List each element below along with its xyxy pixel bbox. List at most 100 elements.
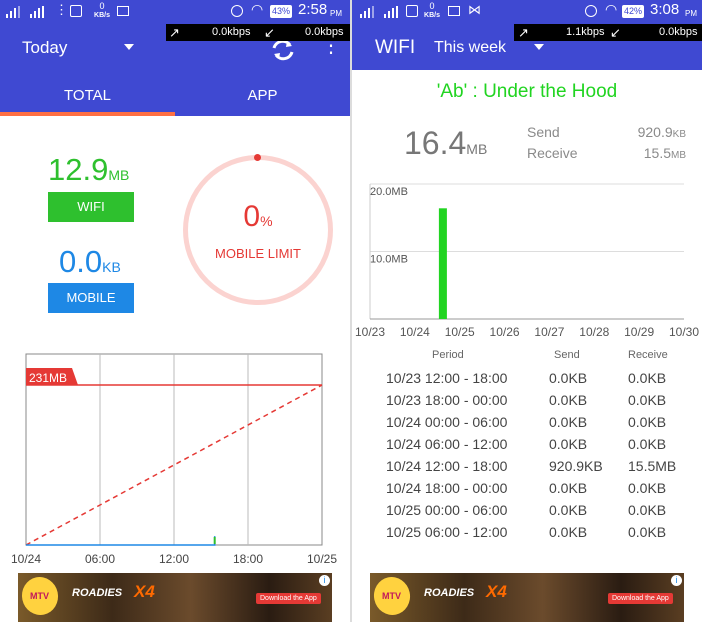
- usage-bar: [438, 208, 447, 319]
- image-icon: [448, 6, 460, 16]
- row-receive: 0.0KB: [628, 480, 667, 496]
- x-tick-label: 10/29: [624, 325, 654, 339]
- clock-time: 2:58: [298, 1, 328, 18]
- table-row: 10/24 06:00 - 12:00 0.0KB 0.0KB: [352, 433, 702, 455]
- calendar-icon: [406, 5, 418, 17]
- battery-indicator: 43%: [270, 5, 292, 18]
- row-receive: 0.0KB: [628, 502, 667, 518]
- signal-icon: [360, 6, 376, 18]
- period-select[interactable]: Today: [22, 38, 67, 58]
- tab-app-label: APP: [247, 87, 278, 104]
- network-title: WIFI: [375, 37, 416, 58]
- mobile-usage: 0.0KB: [59, 244, 121, 280]
- download-arrow-icon: ↙: [264, 25, 275, 40]
- total-usage-value: 16.4: [404, 125, 467, 161]
- fish-icon: ⋈: [468, 2, 481, 17]
- table-row: 10/23 18:00 - 00:00 0.0KB 0.0KB: [352, 389, 702, 411]
- table-row: 10/24 12:00 - 18:00 920.9KB 15.5MB: [352, 455, 702, 477]
- download-speed: 0.0kbps: [305, 26, 344, 38]
- signal-icon: [6, 6, 22, 18]
- chevron-down-icon[interactable]: [534, 44, 544, 50]
- upload-arrow-icon: ↗: [169, 25, 180, 40]
- calendar-icon: [70, 5, 82, 17]
- row-period: 10/25 00:00 - 06:00: [386, 502, 508, 518]
- row-period: 10/24 12:00 - 18:00: [386, 458, 508, 474]
- row-period: 10/24 06:00 - 12:00: [386, 436, 508, 452]
- signal-2-icon: [384, 6, 400, 18]
- wifi-button[interactable]: WIFI: [48, 192, 134, 222]
- row-send: 0.0KB: [549, 524, 588, 540]
- wifi-icon: ◠: [605, 1, 618, 17]
- sponsor-label: MTV: [30, 591, 49, 601]
- send-total-unit: KB: [672, 129, 686, 140]
- row-send: 0.0KB: [549, 480, 588, 496]
- y-tick-label: 20.0MB: [370, 186, 408, 198]
- ad-banner[interactable]: MTV ROADIES X4 Download the App i: [18, 573, 332, 622]
- x-tick-label: 10/25: [445, 325, 475, 339]
- ad-download-button[interactable]: Download the App: [256, 593, 321, 604]
- row-period: 10/23 12:00 - 18:00: [386, 370, 508, 386]
- tab-total[interactable]: TOTAL: [0, 76, 175, 116]
- row-send: 920.9KB: [549, 458, 603, 474]
- right-screen: 0 KB/s ⋈ ◠ 42% 3:08 PM WIFI This week ↗ …: [352, 0, 702, 622]
- header-send: Send: [554, 349, 580, 361]
- x-tick-label: 18:00: [233, 552, 263, 566]
- clock-ampm: PM: [330, 9, 342, 18]
- period-select[interactable]: This week: [434, 39, 506, 57]
- limit-label: MOBILE LIMIT: [215, 246, 301, 261]
- total-usage: 16.4MB: [404, 125, 487, 162]
- tab-app[interactable]: APP: [175, 76, 350, 116]
- net-speed-value: 0: [429, 1, 435, 11]
- mobile-usage-unit: KB: [102, 259, 121, 275]
- upload-speed: 1.1kbps: [566, 26, 605, 38]
- alarm-icon: [231, 5, 243, 17]
- row-send: 0.0KB: [549, 502, 588, 518]
- battery-indicator: 42%: [622, 5, 644, 18]
- clock-time: 3:08: [650, 1, 680, 18]
- gauge-marker: [254, 154, 261, 161]
- ad-brand: ROADIES: [72, 587, 123, 599]
- row-receive: 0.0KB: [628, 414, 667, 430]
- table-row: 10/25 06:00 - 12:00 0.0KB 0.0KB: [352, 521, 702, 543]
- x-tick-label: 10/26: [490, 325, 520, 339]
- chevron-down-icon[interactable]: [124, 44, 134, 50]
- x-tick-label: 06:00: [85, 552, 115, 566]
- limit-annotation: 231MB: [29, 371, 67, 385]
- x-tick-label: 10/23: [355, 325, 385, 339]
- overflow-icon: ⋮: [55, 2, 68, 17]
- send-label: Send: [527, 124, 560, 140]
- net-speed-unit: KB/s: [424, 12, 440, 19]
- ad-brand: ROADIES: [424, 587, 475, 599]
- usage-table: Period Send Receive 10/23 12:00 - 18:00 0…: [352, 345, 702, 543]
- wifi-usage: 12.9MB: [48, 152, 129, 188]
- row-period: 10/23 18:00 - 00:00: [386, 392, 508, 408]
- send-total-value: 920.9: [637, 124, 673, 140]
- signal-2-icon: [30, 6, 46, 18]
- ad-banner[interactable]: MTV ROADIES X4 Download the App i: [370, 573, 684, 622]
- y-tick-label: 10.0MB: [370, 254, 408, 266]
- x-tick-label: 10/24: [400, 325, 430, 339]
- tab-total-label: TOTAL: [64, 87, 111, 104]
- table-header: Period Send Receive: [352, 345, 702, 367]
- ad-info-icon[interactable]: i: [319, 575, 330, 586]
- row-receive: 15.5MB: [628, 458, 677, 474]
- mobile-button[interactable]: MOBILE: [48, 283, 134, 313]
- limit-percent-sign: %: [260, 213, 273, 229]
- table-row: 10/25 00:00 - 06:00 0.0KB 0.0KB: [352, 499, 702, 521]
- limit-percent: 0%: [183, 200, 333, 234]
- ad-download-button[interactable]: Download the App: [608, 593, 673, 604]
- row-receive: 0.0KB: [628, 436, 667, 452]
- clock-ampm: PM: [685, 9, 697, 18]
- status-bar: ⋮ 0 KB/s ◠ 43% 2:58 PM: [0, 0, 350, 24]
- x-tick-label: 10/25: [307, 552, 337, 566]
- ad-info-icon[interactable]: i: [671, 575, 682, 586]
- x-tick-label: 12:00: [159, 552, 189, 566]
- row-period: 10/24 00:00 - 06:00: [386, 414, 508, 430]
- daily-usage-chart: 231MB 10/24 06:00 12:00 18:00 10/25: [11, 353, 337, 566]
- net-speed-unit: KB/s: [94, 12, 110, 19]
- receive-total: 15.5MB: [644, 145, 686, 161]
- status-bar: 0 KB/s ⋈ ◠ 42% 3:08 PM: [352, 0, 702, 24]
- table-row: 10/24 00:00 - 06:00 0.0KB 0.0KB: [352, 411, 702, 433]
- row-send: 0.0KB: [549, 392, 588, 408]
- net-speed-indicator: 0 KB/s: [422, 2, 442, 20]
